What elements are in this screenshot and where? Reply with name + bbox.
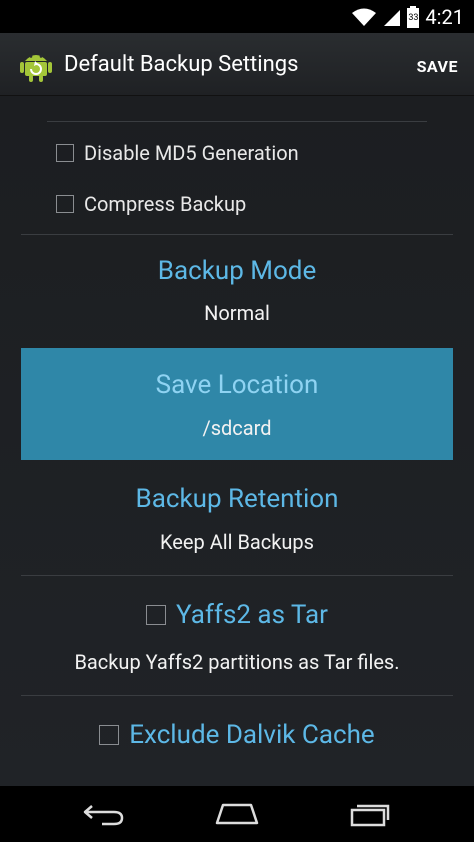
backup-retention-title: Backup Retention xyxy=(135,484,339,514)
android-backup-icon[interactable] xyxy=(18,47,54,83)
status-bar: 33 4:21 xyxy=(0,0,474,33)
save-location-setting[interactable]: Save Location /sdcard xyxy=(21,348,453,460)
divider xyxy=(21,575,453,576)
disable-md5-label: Disable MD5 Generation xyxy=(84,141,299,165)
exclude-dalvik-setting[interactable]: Exclude Dalvik Cache xyxy=(0,720,474,750)
back-icon xyxy=(83,805,124,826)
back-button[interactable] xyxy=(64,786,144,842)
yaffs2-title: Yaffs2 as Tar xyxy=(176,600,328,630)
recents-icon xyxy=(350,804,390,827)
home-icon xyxy=(215,803,259,825)
exclude-dalvik-checkbox[interactable] xyxy=(99,725,120,745)
backup-mode-value: Normal xyxy=(204,301,270,325)
disable-md5-option[interactable]: Disable MD5 Generation xyxy=(56,141,299,165)
battery-icon: 33 xyxy=(407,5,420,28)
disable-md5-checkbox[interactable] xyxy=(56,144,74,162)
signal-icon xyxy=(384,9,401,26)
yaffs2-title-row[interactable]: Yaffs2 as Tar xyxy=(0,600,474,630)
action-bar: Default Backup Settings SAVE xyxy=(0,33,474,96)
battery-level: 33 xyxy=(408,12,419,23)
home-button[interactable] xyxy=(197,786,277,842)
recents-button[interactable] xyxy=(330,786,410,842)
yaffs2-checkbox[interactable] xyxy=(146,605,167,625)
divider xyxy=(21,234,453,235)
compress-backup-option[interactable]: Compress Backup xyxy=(56,192,246,216)
divider xyxy=(21,695,453,696)
divider xyxy=(47,121,427,122)
status-icons: 33 4:21 xyxy=(351,0,464,33)
compress-backup-checkbox[interactable] xyxy=(56,195,74,213)
navigation-bar xyxy=(0,786,474,842)
page-title: Default Backup Settings xyxy=(64,52,299,77)
save-button[interactable]: SAVE xyxy=(417,57,458,76)
backup-retention-value: Keep All Backups xyxy=(160,530,314,554)
compress-backup-label: Compress Backup xyxy=(84,192,247,216)
yaffs2-description: Backup Yaffs2 partitions as Tar files. xyxy=(74,650,400,674)
exclude-dalvik-title: Exclude Dalvik Cache xyxy=(129,720,375,750)
clock: 4:21 xyxy=(425,4,464,29)
backup-mode-title: Backup Mode xyxy=(157,256,317,286)
save-location-title: Save Location xyxy=(155,370,319,400)
save-location-value: /sdcard xyxy=(202,416,272,440)
wifi-icon xyxy=(352,8,377,26)
